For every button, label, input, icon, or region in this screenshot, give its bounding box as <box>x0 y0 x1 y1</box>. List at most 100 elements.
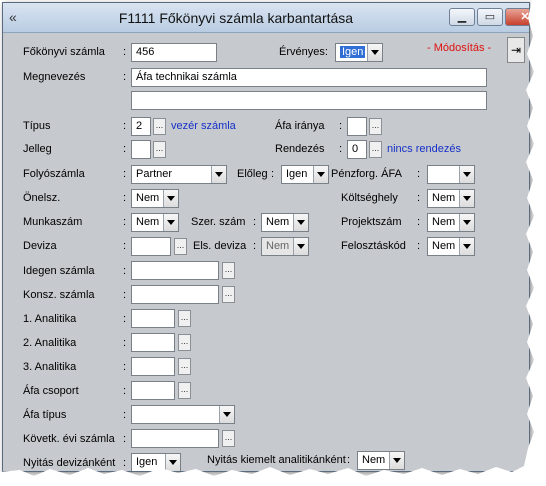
colon: : <box>339 120 343 132</box>
deviza-label: Deviza <box>23 240 57 252</box>
ervenyes-select[interactable]: Igen <box>335 43 383 62</box>
megnevezes-input[interactable]: Áfa technikai számla <box>131 68 487 87</box>
nyitas-devizankent-select[interactable]: Igen <box>131 453 181 471</box>
analitika1-input[interactable] <box>131 309 175 328</box>
colon: : <box>417 240 421 252</box>
main-window: « F1111 Főkönyvi számla karbantartása ▁ … <box>2 2 530 472</box>
analitika1-lookup-button[interactable]: ... <box>178 310 191 327</box>
chevron-down-icon <box>459 166 474 183</box>
szer-szam-select[interactable]: Nem <box>261 213 309 232</box>
analitika2-lookup-button[interactable]: ... <box>178 334 191 351</box>
pin-icon[interactable]: ⇥ <box>507 37 525 63</box>
megnevezes-input-2[interactable] <box>131 91 487 110</box>
chevron-down-icon <box>163 190 178 207</box>
tipus-input[interactable]: 2 <box>131 117 151 136</box>
colon: : <box>123 361 127 373</box>
analitika3-label: 3. Analitika <box>23 361 77 373</box>
chevron-down-icon <box>367 44 382 61</box>
colon: : <box>123 289 127 301</box>
szer-szam-label: Szer. szám <box>191 216 246 228</box>
chevron-down-icon <box>219 406 234 423</box>
felosztaskod-label: Felosztáskód <box>341 240 406 252</box>
penzforg-afa-label: Pénzforg. ÁFA <box>331 168 402 180</box>
colon: : <box>123 337 127 349</box>
colon: : <box>339 143 343 155</box>
colon: : <box>417 168 421 180</box>
colon: : <box>123 265 127 277</box>
analitika2-input[interactable] <box>131 333 175 352</box>
jelleg-lookup-button[interactable]: ... <box>153 141 166 158</box>
kovetk-evi-szamla-lookup-button[interactable]: ... <box>222 430 235 447</box>
onelsz-select[interactable]: Nem <box>131 189 179 208</box>
chevron-down-icon <box>163 214 178 231</box>
afa-tipus-label: Áfa típus <box>23 409 67 421</box>
analitika3-input[interactable] <box>131 357 175 376</box>
rendezes-label: Rendezés <box>275 143 325 155</box>
afa-tipus-select[interactable] <box>131 405 235 424</box>
colon: : <box>417 216 421 228</box>
munkaszam-select[interactable]: Nem <box>131 213 179 232</box>
konsz-szamla-input[interactable] <box>131 285 219 304</box>
deviza-lookup-button[interactable]: ... <box>174 238 187 255</box>
close-button[interactable]: ✕ <box>505 8 529 26</box>
konsz-szamla-lookup-button[interactable]: ... <box>222 286 235 303</box>
colon: : <box>123 120 127 132</box>
colon: : <box>347 454 351 466</box>
fokonyvi-szamla-label: Főkönyvi számla <box>23 46 105 58</box>
colon: : <box>123 240 127 252</box>
projektszam-label: Projektszám <box>341 216 402 228</box>
minimize-button[interactable]: ▁ <box>449 8 475 26</box>
colon: : <box>123 409 127 421</box>
chevron-down-icon <box>459 214 474 231</box>
colon: : <box>123 143 127 155</box>
colon: : <box>123 385 127 397</box>
els-deviza-select[interactable]: Nem <box>261 237 309 256</box>
colon: : <box>417 192 421 204</box>
colon: : <box>271 168 275 180</box>
kovetk-evi-szamla-input[interactable] <box>131 429 219 448</box>
eloleg-select[interactable]: Igen <box>281 165 329 184</box>
afa-csoport-input[interactable] <box>131 381 175 400</box>
colon: : <box>123 168 127 180</box>
colon: : <box>253 240 257 252</box>
ervenyes-label: Érvényes: <box>279 46 328 58</box>
megnevezes-label: Megnevezés <box>23 71 86 83</box>
afa-iranya-input[interactable] <box>347 117 367 136</box>
els-deviza-label: Els. deviza <box>193 240 247 252</box>
tipus-lookup-button[interactable]: ... <box>153 118 166 135</box>
penzforg-afa-select[interactable] <box>427 165 475 184</box>
jelleg-label: Jelleg <box>23 143 52 155</box>
title-bar: « F1111 Főkönyvi számla karbantartása ▁ … <box>3 3 529 33</box>
projektszam-select[interactable]: Nem <box>427 213 475 232</box>
chevron-down-icon <box>293 214 308 231</box>
rendezes-description: nincs rendezés <box>387 143 461 155</box>
afa-csoport-lookup-button[interactable]: ... <box>178 382 191 399</box>
nyitas-kiemelt-select[interactable]: Nem <box>357 451 405 470</box>
maximize-button[interactable]: ▭ <box>477 8 503 26</box>
folyoszamla-label: Folyószámla <box>23 168 85 180</box>
colon: : <box>123 457 127 469</box>
felosztaskod-select[interactable]: Nem <box>427 237 475 256</box>
colon: : <box>253 216 257 228</box>
rendezes-input[interactable]: 0 <box>347 140 367 159</box>
idegen-szamla-input[interactable] <box>131 261 219 280</box>
koltseghely-label: Költséghely <box>341 192 398 204</box>
afa-iranya-lookup-button[interactable]: ... <box>369 118 382 135</box>
koltseghely-select[interactable]: Nem <box>427 189 475 208</box>
analitika3-lookup-button[interactable]: ... <box>178 358 191 375</box>
analitika1-label: 1. Analitika <box>23 313 77 325</box>
rendezes-lookup-button[interactable]: ... <box>369 141 382 158</box>
afa-csoport-label: Áfa csoport <box>23 385 79 397</box>
nyitas-devizankent-label: Nyitás devizánként <box>23 457 116 469</box>
jelleg-input[interactable] <box>131 140 151 159</box>
colon: : <box>123 192 127 204</box>
deviza-input[interactable] <box>131 237 171 256</box>
munkaszam-label: Munkaszám <box>23 216 83 228</box>
afa-iranya-label: Áfa iránya <box>275 120 325 132</box>
folyoszamla-select[interactable]: Partner <box>131 165 227 184</box>
idegen-szamla-lookup-button[interactable]: ... <box>222 262 235 279</box>
chevron-down-icon <box>459 238 474 255</box>
fokonyvi-szamla-input[interactable]: 456 <box>131 43 217 62</box>
chevron-down-icon <box>211 166 226 183</box>
colon: : <box>123 216 127 228</box>
